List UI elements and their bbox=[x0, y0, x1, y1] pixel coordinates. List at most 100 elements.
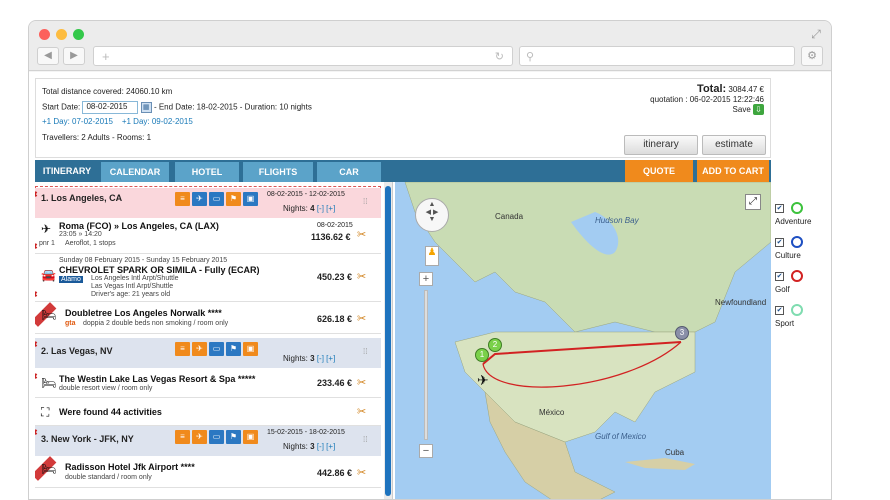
hotel-icon[interactable]: ▭ bbox=[209, 192, 224, 206]
map-pan-control[interactable]: ▲ ◀ ▶ ▼ bbox=[415, 198, 449, 232]
delete-item-icon[interactable]: ✖ bbox=[35, 242, 38, 251]
calendar-icon[interactable]: ▦ bbox=[140, 102, 152, 113]
route-map[interactable]: Canada Hudson Bay Newfoundland México Gu… bbox=[395, 182, 771, 499]
zoom-slider[interactable] bbox=[424, 290, 428, 440]
minimize-window-button[interactable] bbox=[56, 29, 67, 40]
city-action-icons: ≡ ✈ ▭ ⚑ ▣ bbox=[175, 430, 258, 444]
prev-day-link[interactable]: +1 Day: 07-02-2015 bbox=[42, 117, 113, 126]
maximize-window-button[interactable] bbox=[73, 29, 84, 40]
drag-handle-icon[interactable]: ⁞⁞ bbox=[363, 347, 373, 356]
hotel-item-new-york[interactable]: 🛏 Radisson Hotel Jfk Airport **** double… bbox=[35, 456, 381, 488]
legend-golf[interactable]: ✔ Golf bbox=[775, 270, 829, 304]
quote-button[interactable]: QUOTE bbox=[625, 160, 693, 182]
reload-icon[interactable]: ↻ bbox=[495, 50, 504, 63]
map-pin-1[interactable]: 1 bbox=[475, 348, 489, 362]
save-icon[interactable]: ⇩ bbox=[753, 104, 764, 115]
delete-city-icon[interactable]: ✖ bbox=[35, 428, 38, 437]
menu-icon[interactable]: ≡ bbox=[175, 342, 190, 356]
flag-icon[interactable]: ⚑ bbox=[226, 342, 241, 356]
tools-icon[interactable]: ✂ bbox=[357, 405, 366, 418]
delete-city-icon[interactable]: ✖ bbox=[35, 340, 38, 349]
culture-checkbox[interactable]: ✔ bbox=[775, 238, 784, 247]
tab-itinerary[interactable]: ITINERARY bbox=[35, 160, 99, 182]
map-pin-3[interactable]: 3 bbox=[675, 326, 689, 340]
tab-flights[interactable]: FLIGHTS bbox=[243, 162, 313, 182]
search-icon: ⚲ bbox=[526, 51, 535, 63]
adventure-checkbox[interactable]: ✔ bbox=[775, 204, 784, 213]
nights-plus-button[interactable]: [+] bbox=[326, 354, 335, 363]
car-icon[interactable]: ▣ bbox=[243, 430, 258, 444]
drag-handle-icon[interactable]: ⁞⁞ bbox=[363, 197, 373, 206]
tools-icon[interactable]: ✂ bbox=[357, 466, 366, 479]
nights-minus-button[interactable]: [-] bbox=[317, 204, 324, 213]
city-header-los-angeles[interactable]: ✖ 1. Los Angeles, CA ≡ ✈ ▭ ⚑ ▣ 08-02-201… bbox=[35, 188, 381, 218]
distance-text: Total distance covered: 24060.10 km bbox=[42, 87, 173, 96]
car-icon[interactable]: ▣ bbox=[243, 192, 258, 206]
menu-icon[interactable]: ≡ bbox=[175, 430, 190, 444]
fullscreen-icon[interactable]: ⤢ bbox=[745, 194, 761, 210]
pan-up-icon[interactable]: ▲ bbox=[416, 201, 448, 208]
tab-car[interactable]: CAR bbox=[317, 162, 381, 182]
drag-handle-icon[interactable]: ⁞⁞ bbox=[363, 435, 373, 444]
map-label-hudson-bay: Hudson Bay bbox=[595, 216, 639, 225]
sport-checkbox[interactable]: ✔ bbox=[775, 306, 784, 315]
tab-hotel[interactable]: HOTEL bbox=[175, 162, 239, 182]
tab-calendar[interactable]: CALENDAR bbox=[101, 162, 169, 182]
canada-land bbox=[404, 182, 771, 333]
zoom-in-button[interactable]: + bbox=[419, 272, 433, 286]
expand-icon[interactable]: ⤢ bbox=[809, 27, 823, 41]
menu-icon[interactable]: ≡ bbox=[175, 192, 190, 206]
back-button[interactable]: ◀ bbox=[37, 47, 59, 65]
pan-down-icon[interactable]: ▼ bbox=[416, 216, 448, 223]
scrollbar-thumb[interactable] bbox=[385, 186, 391, 496]
flight-icon[interactable]: ✈ bbox=[192, 192, 207, 206]
delete-item-icon[interactable]: ✖ bbox=[35, 372, 38, 381]
city-header-new-york[interactable]: ✖ 3. New York - JFK, NY ≡ ✈ ▭ ⚑ ▣ 15-02-… bbox=[35, 426, 381, 456]
flag-icon[interactable]: ⚑ bbox=[226, 192, 241, 206]
nights-minus-button[interactable]: [-] bbox=[317, 442, 324, 451]
hotel-icon[interactable]: ▭ bbox=[209, 342, 224, 356]
zoom-out-button[interactable]: − bbox=[419, 444, 433, 458]
map-pin-2[interactable]: 2 bbox=[488, 338, 502, 352]
legend-culture[interactable]: ✔ Culture bbox=[775, 236, 829, 270]
hotel-icon[interactable]: ▭ bbox=[209, 430, 224, 444]
delete-item-icon[interactable]: ✖ bbox=[35, 290, 38, 299]
flight-icon[interactable]: ✈ bbox=[192, 430, 207, 444]
golf-checkbox[interactable]: ✔ bbox=[775, 272, 784, 281]
estimate-button[interactable]: estimate bbox=[702, 135, 766, 155]
tools-icon[interactable]: ✂ bbox=[357, 228, 366, 241]
nights-plus-button[interactable]: [+] bbox=[326, 442, 335, 451]
legend-adventure[interactable]: ✔ Adventure bbox=[775, 202, 829, 236]
hotel-bed-icon: 🛏 bbox=[41, 376, 57, 390]
flight-icon[interactable]: ✈ bbox=[192, 342, 207, 356]
activities-item[interactable]: ⛶ Were found 44 activities ✂ bbox=[35, 398, 381, 426]
nights-plus-button[interactable]: [+] bbox=[326, 204, 335, 213]
city-header-las-vegas[interactable]: ✖ 2. Las Vegas, NV ≡ ✈ ▭ ⚑ ▣ Nights: 3 [… bbox=[35, 338, 381, 368]
url-bar[interactable]: + ↻ bbox=[93, 46, 513, 66]
forward-button[interactable]: ▶ bbox=[63, 47, 85, 65]
close-window-button[interactable] bbox=[39, 29, 50, 40]
hotel-item-las-vegas[interactable]: ✖ 🛏 The Westin Lake Las Vegas Resort & S… bbox=[35, 368, 381, 398]
delete-city-icon[interactable]: ✖ bbox=[35, 190, 38, 199]
street-view-pegman-icon[interactable]: ♟ bbox=[425, 246, 439, 266]
car-item[interactable]: ✖ 🚘 Sunday 08 February 2015 - Sunday 15 … bbox=[35, 254, 381, 302]
next-day-link[interactable]: +1 Day: 09-02-2015 bbox=[122, 117, 193, 126]
pan-left-right-icon[interactable]: ◀ ▶ bbox=[416, 208, 448, 216]
flag-icon[interactable]: ⚑ bbox=[226, 430, 241, 444]
hotel-item-los-angeles[interactable]: 🛏 Doubletree Los Angeles Norwalk **** gt… bbox=[35, 302, 381, 334]
flight-item[interactable]: ✖ ✈ Roma (FCO) » Los Angeles, CA (LAX) 2… bbox=[35, 218, 381, 254]
itinerary-button[interactable]: itinerary bbox=[624, 135, 698, 155]
add-to-cart-button[interactable]: ADD TO CART bbox=[697, 160, 769, 182]
nights-count: 4 bbox=[310, 204, 315, 213]
new-tab-icon[interactable]: + bbox=[102, 49, 110, 64]
search-bar[interactable]: ⚲ bbox=[519, 46, 795, 66]
car-icon[interactable]: ▣ bbox=[243, 342, 258, 356]
settings-button[interactable]: ⚙ bbox=[801, 46, 823, 66]
tools-icon[interactable]: ✂ bbox=[357, 376, 366, 389]
tools-icon[interactable]: ✂ bbox=[357, 270, 366, 283]
tools-icon[interactable]: ✂ bbox=[357, 312, 366, 325]
legend-sport[interactable]: ✔ Sport bbox=[775, 304, 829, 338]
nights-minus-button[interactable]: [-] bbox=[317, 354, 324, 363]
itinerary-scrollbar[interactable] bbox=[384, 182, 392, 499]
start-date-input[interactable]: 08-02-2015 bbox=[82, 101, 139, 114]
